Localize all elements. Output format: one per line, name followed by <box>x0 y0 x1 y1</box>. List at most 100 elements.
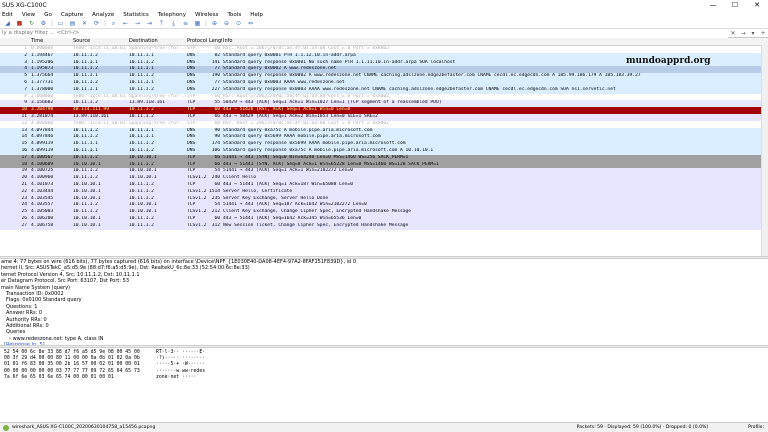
packet-number: 4 <box>24 66 27 72</box>
packet-destination: 10.11.1.2 <box>129 195 154 201</box>
packet-destination: 10.11.1.2 <box>129 107 154 113</box>
status-bar: wireshark_ASUS XG-C100C_20200630104758_a… <box>0 422 768 432</box>
packet-row[interactable]: 16 4.099119 10.11.1.1 10.11.1.2 DNS 106 Standa… <box>0 147 768 155</box>
forward-icon[interactable]: → <box>132 20 143 28</box>
shark-fin-icon[interactable]: ◢ <box>2 20 13 28</box>
menu-edit[interactable]: Edit <box>2 12 13 18</box>
packet-info: 51441 → 443 [ACK] Seq=1 Ack=1 Win=210227… <box>223 168 353 174</box>
packet-row[interactable]: 23 4.103545 10.10.10.1 10.11.1.2 TLSv1.2 235 S… <box>0 195 768 203</box>
column-header-length[interactable]: Length <box>208 38 222 45</box>
options-icon[interactable]: ⚙ <box>38 20 49 28</box>
packet-row[interactable]: 18 4.100609 10.10.10.1 10.11.1.2 TCP 66 443 → … <box>0 161 768 169</box>
packet-length: 212 <box>211 209 220 215</box>
stop-icon[interactable]: ■ <box>14 20 25 28</box>
packet-row[interactable]: 24 4.103557 10.11.1.2 10.10.10.1 TCP 54 51441 … <box>0 202 768 210</box>
menu-telephony[interactable]: Telephony <box>158 12 186 18</box>
packet-row[interactable]: 12 4.000000 fe80::1ccd:c1_a0:01 Spanning-tr… <box>0 120 768 128</box>
packet-time: 3.281074 <box>31 113 54 119</box>
packet-protocol: DNS <box>187 59 196 65</box>
maximize-button[interactable]: ☐ <box>724 0 746 10</box>
packet-row[interactable]: 17 4.100567 10.11.1.2 10.10.10.1 TCP 66 51441 … <box>0 154 768 162</box>
packet-row[interactable]: 5 1.375664 10.11.1.1 10.11.1.2 DNS 190 Standar… <box>0 73 768 80</box>
add-filter-button-icon[interactable]: + <box>758 30 768 37</box>
packet-row[interactable]: 10 3.204798 40.114.111.99 10.11.1.2 TCP 60 443… <box>0 107 768 114</box>
packet-number: 2 <box>24 52 27 58</box>
packet-row[interactable]: 13 4.097844 10.11.1.2 10.11.1.1 DNS 90 Standar… <box>0 127 768 135</box>
packet-row[interactable]: 22 4.103444 10.10.10.1 10.11.1.2 TLSv1.2 1514… <box>0 188 768 196</box>
menu-capture[interactable]: Capture <box>61 12 83 18</box>
goto-icon[interactable]: ⇥ <box>144 20 155 28</box>
packet-row[interactable]: 8 2.000000 fe80::1ccd:c1_a0:01 Spanning-tre… <box>0 93 768 101</box>
packet-row[interactable]: 19 4.100725 10.11.1.2 10.10.10.1 TCP 54 51441 … <box>0 168 768 176</box>
display-filter-input[interactable] <box>0 28 728 38</box>
packet-source: fe80::1ccd:c1_a0:01 <box>73 120 126 126</box>
find-icon[interactable]: ⌕ <box>108 20 119 28</box>
packet-time: 4.106758 <box>31 222 54 228</box>
close-file-icon[interactable]: ✕ <box>79 20 90 28</box>
packet-source: 10.11.1.2 <box>73 52 98 58</box>
packet-row[interactable]: 9 3.156602 10.11.1.2 13.89.118.161 TCP 55 5042… <box>0 100 768 108</box>
packet-number: 13 <box>21 127 27 133</box>
column-header-destination[interactable]: Destination <box>128 38 186 45</box>
menu-analyze[interactable]: Analyze <box>92 12 114 18</box>
ascii-bytes[interactable]: zone·net ····· <box>156 375 216 381</box>
packet-row[interactable]: 4 1.195873 10.11.1.2 10.11.1.1 DNS 77 Standard… <box>0 66 768 74</box>
packet-destination: 10.11.1.1 <box>129 127 154 133</box>
menu-help[interactable]: Help <box>250 12 263 18</box>
resize-columns-icon[interactable]: ⇔ <box>245 20 256 28</box>
hex-bytes[interactable]: 7a 6f 6e 65 03 6e 65 74 00 00 01 00 01 <box>0 375 156 381</box>
packet-row[interactable]: 27 4.106758 10.10.10.1 10.11.1.2 TLSv1.2 312 N… <box>0 222 768 230</box>
packet-row[interactable]: 14 4.097846 10.11.1.2 10.11.1.1 DNS 90 Standar… <box>0 134 768 142</box>
back-icon[interactable]: ← <box>120 20 131 28</box>
profile-status[interactable]: Profile: <box>748 425 764 430</box>
packet-row[interactable]: 25 4.105003 10.11.1.2 10.10.10.1 TLSv1.2 212 C… <box>0 209 768 216</box>
column-header-time[interactable]: Time <box>30 38 72 45</box>
packet-number: 1 <box>24 46 27 51</box>
close-button[interactable]: ✕ <box>746 0 768 10</box>
packet-info: 443 → 51441 [ACK] Seq=1 Ack=187 Win=6508… <box>223 181 353 187</box>
colorize-icon[interactable]: ▦ <box>192 20 203 28</box>
menu-wireless[interactable]: Wireless <box>195 12 218 18</box>
packet-row[interactable]: 11 3.281074 13.89.118.161 10.11.1.2 TCP 66 443… <box>0 113 768 121</box>
zoom-out-icon[interactable]: ⊖ <box>221 20 232 28</box>
first-icon[interactable]: ⤒ <box>156 20 167 28</box>
autoscroll-icon[interactable]: ≡ <box>180 20 191 28</box>
apply-filter-icon[interactable]: → <box>738 30 748 37</box>
packet-number: 9 <box>24 100 27 106</box>
packet-row[interactable]: 6 1.377731 10.11.1.2 10.11.1.1 DNS 77 Standard… <box>0 79 768 87</box>
zoom-normal-icon[interactable]: ⊙ <box>233 20 244 28</box>
filter-dropdown-icon[interactable]: ▾ <box>748 30 758 37</box>
packet-number: 19 <box>21 168 27 174</box>
reload-icon[interactable]: ⟳ <box>91 20 102 28</box>
restart-icon[interactable]: ↻ <box>26 20 37 28</box>
packet-row[interactable]: 20 4.100960 10.11.1.2 10.10.10.1 TLSv1.2 240 C… <box>0 175 768 182</box>
packet-row[interactable]: 26 4.106200 10.10.10.1 10.11.1.2 TCP 60 443 → … <box>0 215 768 223</box>
open-icon[interactable]: ▭ <box>55 20 66 28</box>
packet-source: 10.11.1.2 <box>73 127 98 133</box>
packet-row[interactable]: 1 0.000000 fe80::1ccd:c1_a0:01 Spanning-tre… <box>0 46 768 53</box>
menu-view[interactable]: View <box>22 12 35 18</box>
packet-row[interactable]: 15 4.099119 10.11.1.1 10.11.1.2 DNS 174 Standa… <box>0 141 768 148</box>
packet-source: 10.10.10.1 <box>73 195 101 201</box>
packet-source: 10.10.10.1 <box>73 161 101 167</box>
minimize-button[interactable]: — <box>702 0 724 10</box>
save-icon[interactable]: ▤ <box>67 20 78 28</box>
menu-go[interactable]: Go <box>44 12 52 18</box>
packet-source: 10.10.10.1 <box>73 222 101 228</box>
expert-info-icon[interactable] <box>3 424 9 431</box>
packet-row[interactable]: 21 4.101073 10.10.10.1 10.11.1.2 TCP 60 443 → … <box>0 181 768 189</box>
menu-statistics[interactable]: Statistics <box>123 12 149 18</box>
menu-tools[interactable]: Tools <box>227 12 241 18</box>
column-header-source[interactable]: Source <box>72 38 128 45</box>
packet-length: 60 <box>214 93 220 99</box>
column-header-protocol[interactable]: Protocol <box>186 38 208 45</box>
packet-row[interactable]: 7 1.378000 10.11.1.1 10.11.1.2 DNS 227 Standar… <box>0 86 768 94</box>
zoom-in-icon[interactable]: ⊕ <box>209 20 220 28</box>
last-icon[interactable]: ⤓ <box>168 20 179 28</box>
packet-protocol: DNS <box>187 52 196 58</box>
clear-filter-icon[interactable]: ✕ <box>728 30 738 37</box>
packet-list-scrollbar[interactable] <box>761 45 768 256</box>
packet-source: 10.11.1.2 <box>73 79 98 85</box>
column-header-no[interactable] <box>0 38 30 45</box>
column-header-info[interactable]: Info <box>222 38 768 45</box>
